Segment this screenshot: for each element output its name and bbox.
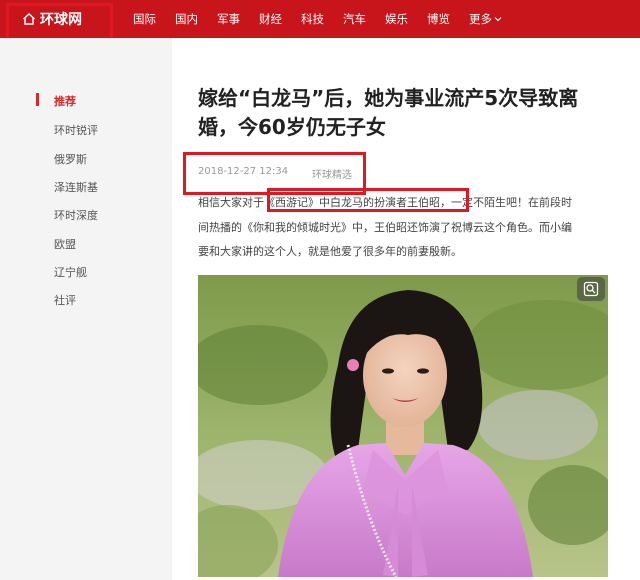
sidebar-item-recommend[interactable]: 推荐 — [54, 93, 76, 109]
logo-highlight-box — [6, 3, 113, 41]
nav-item-military[interactable]: 军事 — [217, 11, 240, 27]
paragraph-line-2: 间热播的《你和我的倾城时光》中，王伯昭还饰演了祝博云这个角色。而小编 — [198, 221, 572, 234]
paragraph-line-3: 要和大家讲的这个人，就是他爱了很多年的前妻殷新。 — [198, 245, 462, 258]
nav-item-finance[interactable]: 财经 — [259, 11, 282, 27]
title-line-2: 婚，今60岁仍无子女 — [198, 115, 386, 139]
sidebar-item-eu[interactable]: 欧盟 — [54, 236, 76, 252]
nav-more-button[interactable]: 更多 — [469, 11, 502, 27]
nav-item-tech[interactable]: 科技 — [301, 11, 324, 27]
chevron-down-icon — [494, 17, 502, 22]
sidebar — [0, 38, 172, 580]
active-indicator — [36, 93, 39, 106]
sidebar-item-zelensky[interactable]: 泽连斯基 — [54, 179, 98, 195]
article-title: 嫁给“白龙马”后，她为事业流产5次导致离 婚，今60岁仍无子女 — [198, 84, 608, 142]
nav-item-auto[interactable]: 汽车 — [343, 11, 366, 27]
nav-item-entertainment[interactable]: 娱乐 — [385, 11, 408, 27]
nav-item-expo[interactable]: 博览 — [427, 11, 450, 27]
article-photo[interactable] — [198, 275, 608, 577]
sidebar-item-liaoning[interactable]: 辽宁舰 — [54, 264, 87, 280]
nav-item-domestic[interactable]: 国内 — [175, 11, 198, 27]
text-highlight-box — [267, 188, 469, 212]
sidebar-item-editorial[interactable]: 社评 — [54, 292, 76, 308]
nav-item-international[interactable]: 国际 — [133, 11, 156, 27]
portrait-illustration — [198, 275, 608, 577]
image-zoom-button[interactable] — [577, 277, 605, 301]
sidebar-item-in-depth[interactable]: 环时深度 — [54, 207, 98, 223]
main-nav: 国际 国内 军事 财经 科技 汽车 娱乐 博览 更多 — [133, 0, 502, 38]
sidebar-item-commentary[interactable]: 环时锐评 — [54, 122, 98, 138]
sidebar-item-russia[interactable]: 俄罗斯 — [54, 151, 87, 167]
magnifier-icon — [583, 281, 599, 297]
nav-more-label: 更多 — [469, 12, 492, 26]
title-line-1: 嫁给“白龙马”后，她为事业流产5次导致离 — [198, 86, 579, 110]
